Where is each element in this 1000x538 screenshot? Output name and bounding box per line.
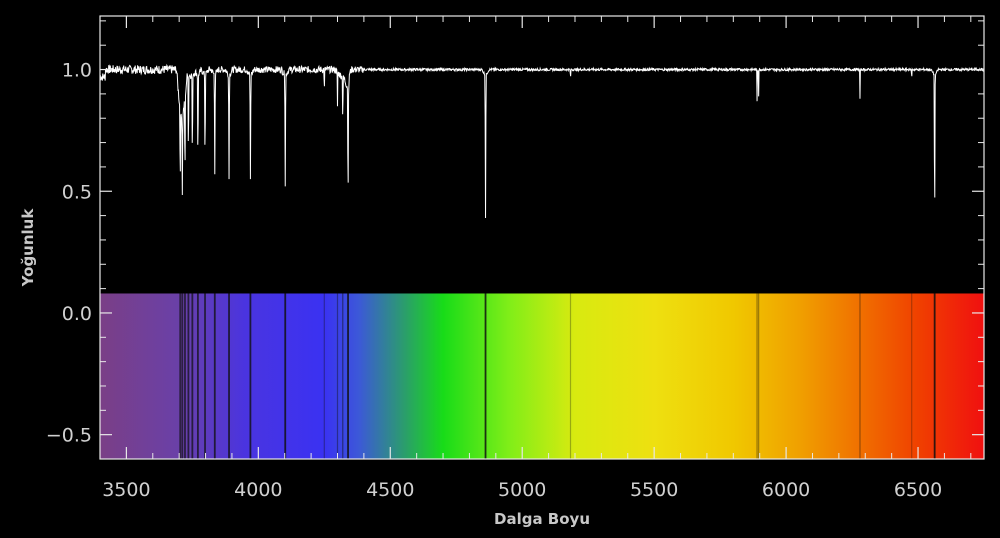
- x-tick-label: 5000: [498, 479, 546, 501]
- x-tick-label: 4500: [366, 479, 414, 501]
- y-tick-label: 0.0: [62, 303, 92, 325]
- x-tick-label: 5500: [630, 479, 678, 501]
- y-tick-label: −0.5: [46, 425, 92, 447]
- x-tick-label: 6500: [894, 479, 942, 501]
- intensity-polyline: [99, 63, 985, 219]
- x-tick-label: 3500: [102, 479, 150, 501]
- intensity-line: [99, 63, 985, 219]
- y-tick-label: 0.5: [62, 181, 92, 203]
- y-axis-title: Yoğunluk: [19, 208, 37, 288]
- spectrum-color-band: [100, 293, 984, 459]
- x-tick-label: 6000: [762, 479, 810, 501]
- y-tick-label: 1.0: [62, 60, 92, 82]
- x-tick-label: 4000: [234, 479, 282, 501]
- spectrum-chart: 3500 4000 4500 5000 5500 6000 6500 1.0 0.5 0.0 −0.…: [19, 15, 985, 528]
- spectrum-gradient: [100, 293, 984, 459]
- x-axis-title: Dalga Boyu: [494, 510, 590, 528]
